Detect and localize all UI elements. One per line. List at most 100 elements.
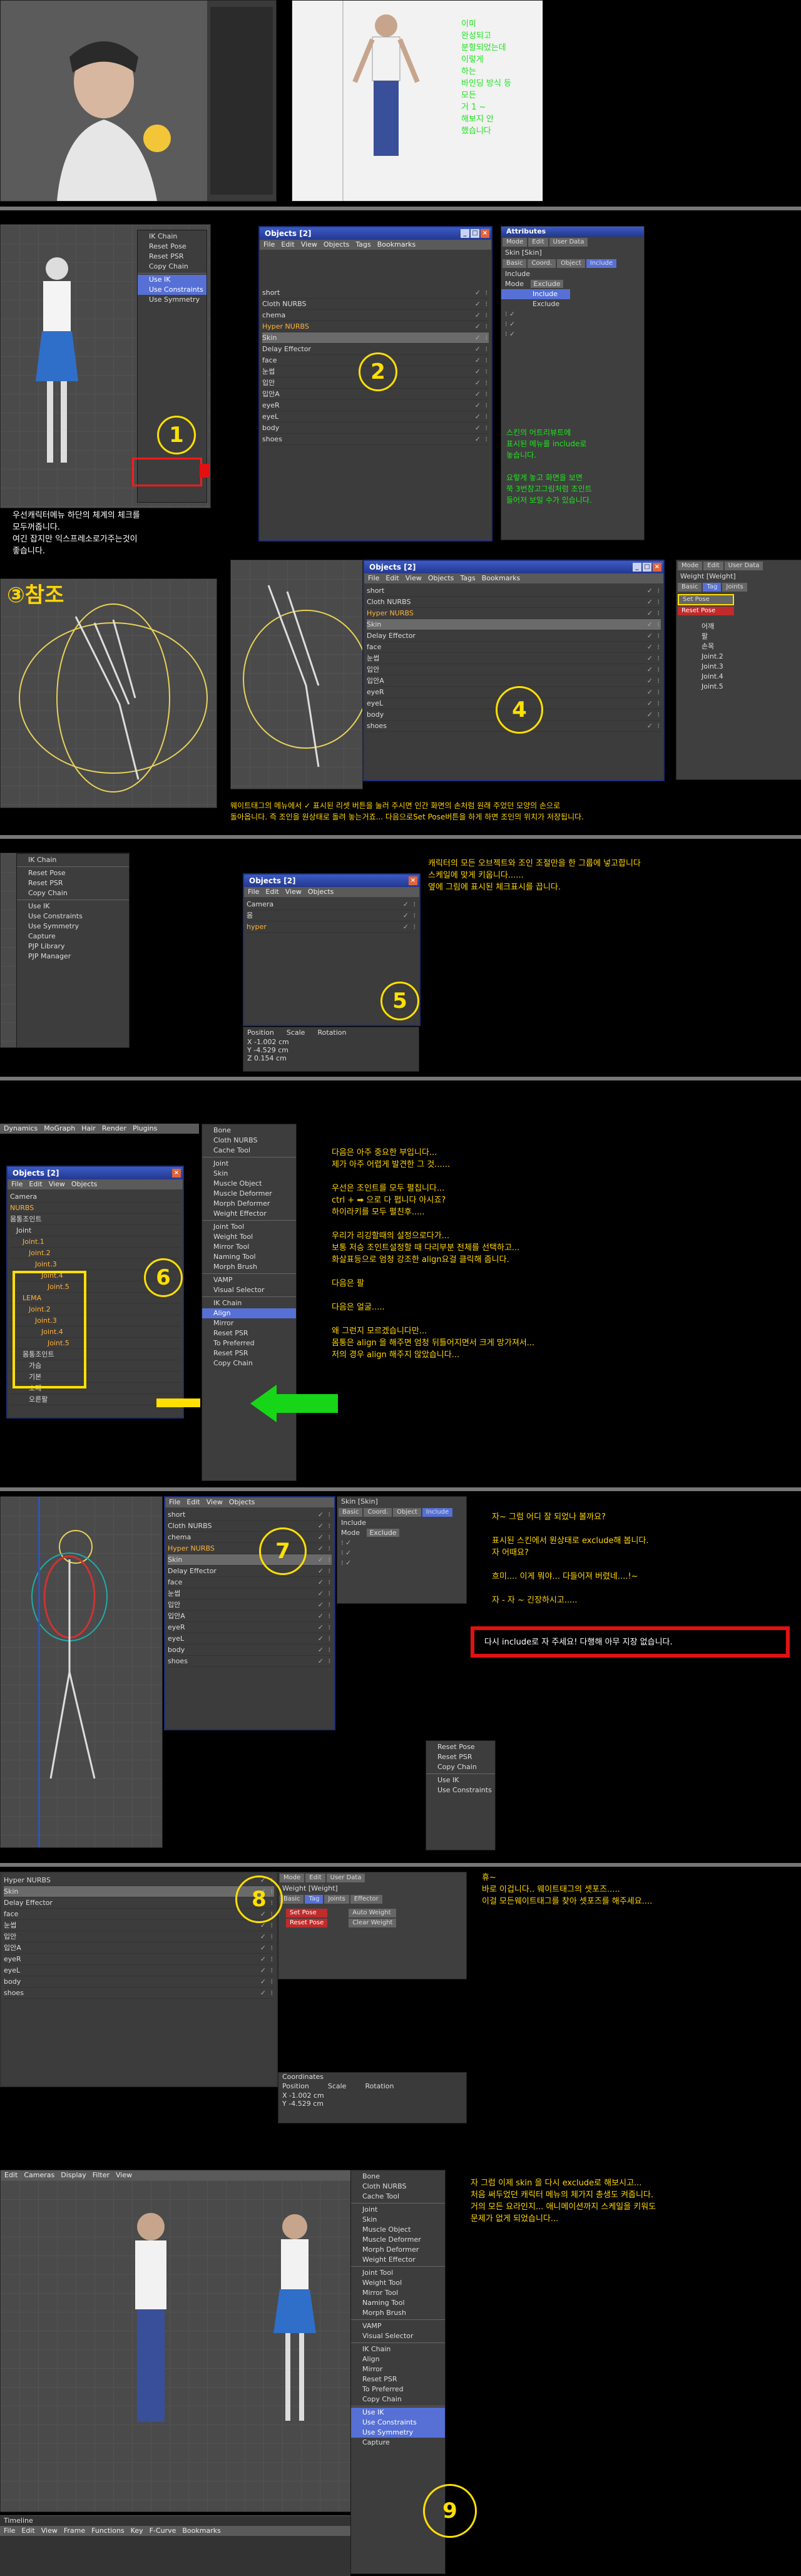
menu-edit[interactable]: Edit [265, 887, 278, 897]
menu-tags[interactable]: Tags [460, 573, 475, 583]
auto-weight-button[interactable]: Auto Weight [349, 1909, 397, 1917]
char-menu-item[interactable]: VAMP [202, 1275, 296, 1285]
viewport-render-1[interactable] [0, 0, 277, 202]
attributes-panel-2[interactable]: Attributes Mode Edit User Data Skin [Ski… [501, 226, 645, 540]
char-menu-item[interactable]: Visual Selector [351, 2331, 445, 2341]
coord-value[interactable]: -4.529 cm [288, 2100, 324, 2108]
tree-item[interactable]: Camera [10, 1191, 180, 1203]
menu-bookmarks[interactable]: Bookmarks [377, 240, 416, 250]
weight-panel-3[interactable]: Mode Edit User Data Weight [Weight] Basi… [676, 560, 801, 780]
tree-item[interactable]: Camera ✓ ⁝ [247, 899, 417, 910]
attr-menu-mode[interactable]: Mode [280, 1874, 305, 1882]
char-menu-item[interactable]: IK Chain [138, 232, 207, 242]
char-menu-item[interactable]: Copy Chain [426, 1762, 495, 1772]
set-pose-button[interactable]: Set Pose [286, 1909, 328, 1917]
tl-menu-fcurve[interactable]: F-Curve [150, 2526, 176, 2536]
tree-item[interactable]: chema ✓ ⁝ [168, 1532, 332, 1543]
char-menu-item-use-constraints[interactable]: Use Constraints [17, 911, 129, 921]
attr-menu-mode[interactable]: Mode [678, 562, 703, 570]
char-menu-item[interactable]: Cloth NURBS [202, 1136, 296, 1146]
char-menu-item-use-constraints[interactable]: Use Constraints [351, 2418, 445, 2428]
char-menu-item[interactable]: Reset PSR [426, 1752, 495, 1762]
char-menu-item[interactable]: Mirror Tool [351, 2288, 445, 2298]
close-icon[interactable]: × [653, 563, 661, 572]
tab-basic[interactable]: Basic [280, 1895, 304, 1904]
joint-row[interactable]: Joint.5 [676, 682, 801, 692]
tab-include[interactable]: Include [586, 259, 617, 268]
reset-pose-button[interactable]: Reset Pose [678, 607, 734, 615]
char-menu-item[interactable]: Weight Tool [202, 1232, 296, 1242]
char-menu-item[interactable]: PJP Library [17, 942, 129, 952]
char-menu-item[interactable]: Mirror [351, 2364, 445, 2374]
char-menu-4[interactable]: IK Chain Reset Pose Reset PSR Copy Chain… [16, 853, 129, 1047]
char-menu-item[interactable]: Copy Chain [17, 888, 129, 898]
char-menu-item-use-constraints[interactable]: Use Constraints [426, 1785, 495, 1795]
viewport-6[interactable] [0, 1496, 163, 1848]
char-menu-item[interactable]: Muscle Deformer [351, 2235, 445, 2245]
attr-menu-userdata[interactable]: User Data [549, 238, 588, 247]
char-menu-item[interactable]: Naming Tool [351, 2298, 445, 2308]
tl-menu-edit[interactable]: Edit [21, 2526, 34, 2536]
tree-item[interactable]: 입안 ✓ ⁝ [367, 664, 661, 675]
tab-effector[interactable]: Effector [350, 1895, 382, 1904]
char-menu-item[interactable]: Skin [202, 1169, 296, 1179]
viewport-3b[interactable] [230, 560, 363, 789]
tab-tag[interactable]: Tag [305, 1895, 324, 1904]
char-menu-item-use-ik[interactable]: Use IK [351, 2408, 445, 2418]
skin-attributes-6[interactable]: Skin [Skin] Basic Coord. Object Include … [337, 1496, 467, 1604]
tree-item[interactable]: Hyper NURBS ✓ ⁝ [4, 1875, 274, 1886]
tree-item-skin[interactable]: Skin ✓ ⁝ [168, 1554, 332, 1566]
char-menu-item[interactable]: Cache Tool [202, 1146, 296, 1156]
tree-item[interactable]: eyeL ✓ ⁝ [262, 411, 489, 423]
char-menu-item[interactable]: Weight Effector [351, 2255, 445, 2265]
menu-bookmarks[interactable]: Bookmarks [482, 573, 520, 583]
tab-joints[interactable]: Joints [722, 583, 747, 592]
char-menu-item[interactable]: Joint [351, 2205, 445, 2215]
viewport-8[interactable]: Edit Cameras Display Filter View [0, 2170, 352, 2512]
char-menu-item[interactable]: VAMP [351, 2321, 445, 2331]
tree-item[interactable]: Cloth NURBS ✓ ⁝ [367, 597, 661, 608]
minimize-icon[interactable]: _ [461, 229, 469, 238]
menu-edit[interactable]: Edit [29, 1179, 42, 1189]
tree-item[interactable]: 눈썹 ✓ ⁝ [367, 653, 661, 664]
char-menu-item[interactable]: IK Chain [351, 2344, 445, 2354]
char-menu-item[interactable]: Muscle Object [202, 1179, 296, 1189]
attr-menu-userdata[interactable]: User Data [326, 1874, 365, 1882]
menu-view[interactable]: View [406, 573, 422, 583]
attr-menu-edit[interactable]: Edit [305, 1874, 325, 1882]
set-pose-button[interactable]: Set Pose [678, 594, 734, 605]
tree-item[interactable]: Hyper NURBS ✓ ⁝ [168, 1543, 332, 1554]
char-menu-item[interactable]: Visual Selector [202, 1285, 296, 1295]
menu-render[interactable]: Render [102, 1124, 126, 1134]
tree-item[interactable]: Cloth NURBS ✓ ⁝ [262, 299, 489, 310]
minimize-icon[interactable]: _ [633, 563, 641, 572]
menu-hair[interactable]: Hair [81, 1124, 96, 1134]
menu-plugins[interactable]: Plugins [133, 1124, 157, 1134]
tree-item[interactable]: 입안A ✓ ⁝ [168, 1611, 332, 1622]
char-menu-item[interactable]: Capture [351, 2438, 445, 2448]
tree-item[interactable]: body ✓ ⁝ [168, 1645, 332, 1656]
tab-coord[interactable]: Coord. [528, 259, 556, 268]
char-menu-item[interactable]: Mirror Tool [202, 1242, 296, 1252]
char-menu-item[interactable]: Weight Effector [202, 1209, 296, 1219]
menu-view[interactable]: View [285, 887, 302, 897]
joint-row[interactable]: 손목 [676, 642, 801, 652]
coord-value[interactable]: -1.002 cm [289, 2091, 324, 2100]
char-menu-item[interactable]: Reset PSR [17, 878, 129, 888]
char-menu-item[interactable]: Weight Tool [351, 2278, 445, 2288]
tl-menu-file[interactable]: File [4, 2526, 15, 2536]
tree-item[interactable]: 오른팔 [10, 1394, 180, 1405]
tree-item[interactable]: face ✓ ⁝ [168, 1577, 332, 1588]
char-menu-item[interactable]: IK Chain [17, 855, 129, 865]
tree-item[interactable]: hyper ✓ ⁝ [247, 921, 417, 933]
char-menu-item[interactable]: Morph Brush [351, 2308, 445, 2318]
char-menu-item[interactable]: Naming Tool [202, 1252, 296, 1262]
char-menu-item[interactable]: Morph Brush [202, 1262, 296, 1272]
char-menu-item[interactable]: Copy Chain [351, 2394, 445, 2404]
tree-item[interactable]: 입안A ✓ ⁝ [4, 1942, 274, 1954]
tree-item[interactable]: body ✓ ⁝ [262, 423, 489, 434]
menu-view[interactable]: View [207, 1497, 223, 1507]
char-menu-item[interactable]: Use Symmetry [138, 295, 207, 305]
tab-joints[interactable]: Joints [324, 1895, 349, 1904]
char-menu-item[interactable]: Joint [202, 1159, 296, 1169]
